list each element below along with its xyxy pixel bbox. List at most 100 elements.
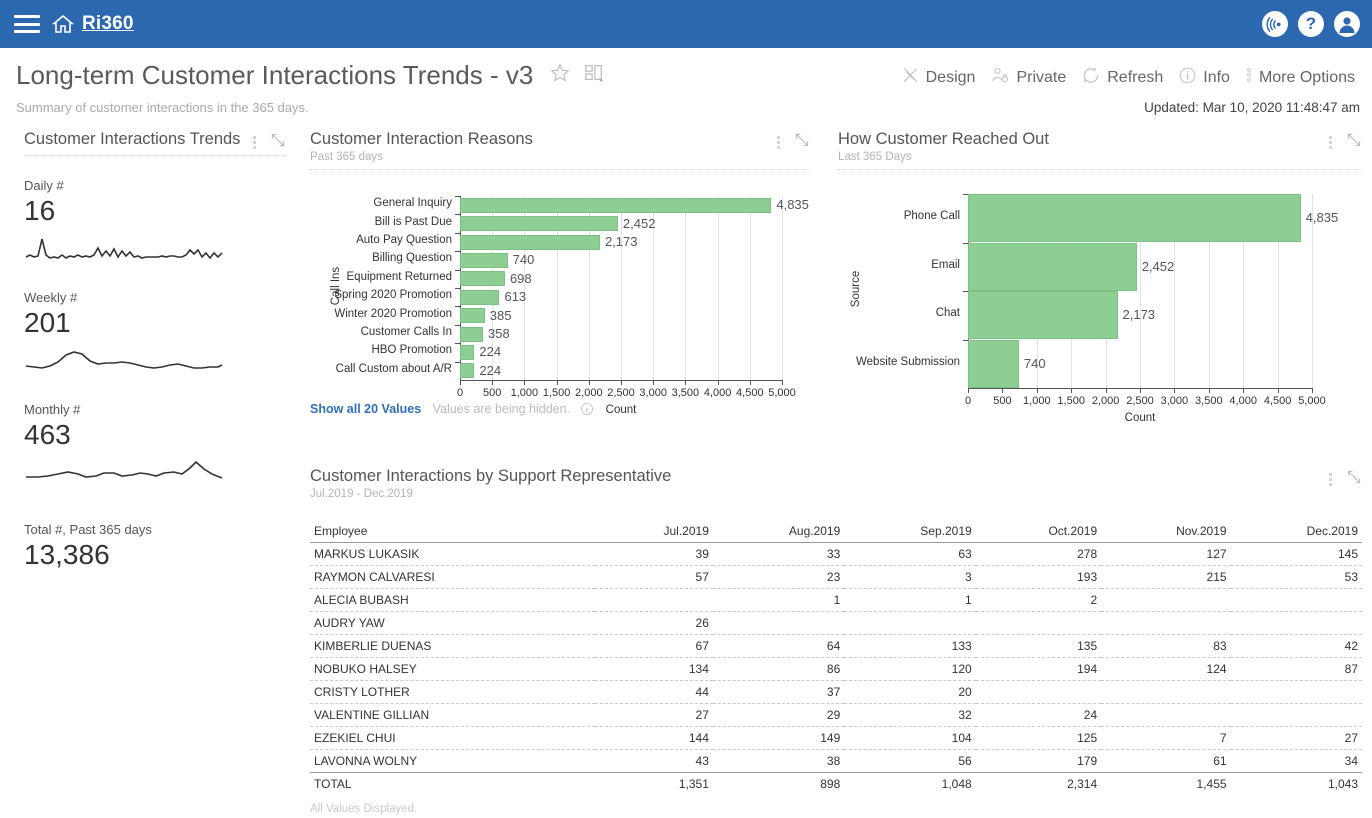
cell-value — [1101, 703, 1231, 727]
bar[interactable] — [460, 252, 508, 268]
column-header-employee[interactable]: Employee — [310, 520, 595, 543]
cell-value: 64 — [712, 634, 845, 658]
bar[interactable] — [968, 194, 1301, 243]
broadcast-icon[interactable] — [1262, 11, 1288, 37]
star-icon[interactable] — [549, 62, 571, 89]
layout-grid-icon[interactable] — [583, 62, 605, 89]
table-row[interactable]: ALECIA BUBASH 1 1 2 — [310, 588, 1362, 612]
panel-expand-icon[interactable] — [1346, 132, 1362, 153]
table-row[interactable]: LAVONNA WOLNY 43 38 56 179 61 34 — [310, 749, 1362, 773]
cell-value: 63 — [844, 542, 976, 566]
table-row-total[interactable]: TOTAL 1,351 898 1,048 2,314 1,455 1,043 — [310, 772, 1362, 795]
cell-value: 57 — [594, 565, 713, 589]
x-axis-title: Count — [1124, 412, 1156, 424]
help-icon[interactable]: ? — [1298, 11, 1324, 37]
y-tick-mark — [455, 251, 460, 253]
home-icon[interactable] — [52, 14, 74, 34]
column-header-month[interactable]: Jul.2019 — [594, 520, 713, 543]
cell-value — [594, 588, 713, 612]
more-options-button[interactable]: More Options — [1240, 62, 1360, 93]
panel-expand-icon[interactable] — [794, 132, 810, 153]
design-button[interactable]: Design — [896, 63, 981, 93]
bar[interactable] — [460, 289, 500, 305]
category-label: Website Submission — [856, 355, 960, 368]
private-button[interactable]: Private — [985, 62, 1071, 93]
cell-value: 37 — [712, 680, 845, 704]
panel-expand-icon[interactable] — [1346, 469, 1362, 490]
y-tick-mark — [455, 324, 460, 326]
kpi-label: Monthly # — [24, 402, 81, 417]
bar[interactable] — [968, 291, 1118, 340]
panel-header: How Customer Reached Out Last 365 Days — [838, 130, 1362, 170]
panel-title: Customer Interactions Trends — [24, 130, 241, 148]
panel-customer-interactions-trends: Customer Interactions Trends Daily # 16 — [24, 130, 286, 571]
cell-value — [712, 611, 845, 635]
bar[interactable] — [460, 326, 484, 342]
panel-title: How Customer Reached Out — [838, 130, 1049, 148]
table-row[interactable]: CRISTY LOTHER 44 37 20 — [310, 680, 1362, 704]
bar-value-label: 224 — [479, 344, 502, 360]
column-header-month[interactable]: Oct.2019 — [975, 520, 1102, 543]
column-header-month[interactable]: Sep.2019 — [844, 520, 976, 543]
chart-how-customer-reached-out: 0 500 1,000 1,500 2,000 2,500 3,000 3,500 4,000 4… — [838, 170, 1362, 440]
bar[interactable] — [460, 308, 485, 324]
bar-value-label: 2,173 — [1122, 307, 1156, 323]
refresh-icon — [1081, 65, 1101, 90]
table-row[interactable]: KIMBERLIE DUENAS 67 64 133 135 83 42 — [310, 634, 1362, 658]
bar-value-label: 4,835 — [776, 197, 809, 213]
cell-value: 39 — [594, 542, 713, 566]
bar[interactable] — [460, 216, 618, 232]
show-all-values-link[interactable]: Show all 20 Values — [310, 402, 421, 416]
info-button[interactable]: Info — [1173, 63, 1235, 93]
bar-value-label: 698 — [509, 270, 532, 286]
panel-expand-icon[interactable] — [270, 132, 286, 153]
cell-value: 1,351 — [594, 772, 713, 795]
column-header-month[interactable]: Nov.2019 — [1101, 520, 1231, 543]
bar[interactable] — [460, 363, 475, 379]
cell-value: 67 — [594, 634, 713, 658]
brand-link[interactable]: Ri360 — [82, 13, 134, 35]
column-header-month[interactable]: Aug.2019 — [712, 520, 845, 543]
grid-line — [749, 196, 751, 380]
cell-value — [1230, 680, 1362, 704]
more-options-label: More Options — [1258, 68, 1355, 86]
bar[interactable] — [460, 271, 505, 287]
cell-value: 1,043 — [1230, 772, 1362, 795]
cell-value: 898 — [712, 772, 845, 795]
panel-menu-icon[interactable] — [1329, 136, 1332, 149]
bar-value-label: 4,835 — [1305, 210, 1339, 226]
category-label: General Inquiry — [373, 197, 452, 210]
panel-tools — [777, 132, 810, 153]
cell-value: 1,455 — [1101, 772, 1231, 795]
bar[interactable] — [460, 234, 600, 250]
cell-value: 127 — [1101, 542, 1231, 566]
table-row[interactable]: AUDRY YAW 26 — [310, 611, 1362, 635]
table-row[interactable]: NOBUKO HALSEY 134 86 120 194 124 87 — [310, 657, 1362, 681]
y-tick-mark — [963, 339, 968, 341]
table-row[interactable]: MARKUS LUKASIK 39 33 63 278 127 145 — [310, 542, 1362, 566]
bar-value-label: 613 — [504, 289, 527, 305]
bar[interactable] — [460, 197, 772, 213]
bar[interactable] — [968, 242, 1137, 291]
panel-menu-icon[interactable] — [777, 136, 780, 149]
panel-menu-icon[interactable] — [253, 136, 256, 149]
table-row[interactable]: RAYMON CALVARESI 57 23 3 193 215 53 — [310, 565, 1362, 589]
cell-value: 7 — [1101, 726, 1231, 750]
hamburger-menu-icon[interactable] — [14, 15, 40, 33]
y-tick-mark — [455, 343, 460, 345]
cell-employee: NOBUKO HALSEY — [310, 657, 595, 681]
bar[interactable] — [968, 339, 1019, 388]
panel-menu-icon[interactable] — [1329, 473, 1332, 486]
user-avatar-icon[interactable] — [1334, 11, 1360, 37]
bar[interactable] — [460, 344, 475, 360]
page-header: Long-term Customer Interactions Trends -… — [0, 48, 1372, 115]
table-row[interactable]: EZEKIEL CHUI 144 149 104 125 7 27 — [310, 726, 1362, 750]
cell-value — [1230, 588, 1362, 612]
cell-value: 53 — [1230, 565, 1362, 589]
design-icon — [901, 66, 920, 90]
column-header-month[interactable]: Dec.2019 — [1230, 520, 1362, 543]
refresh-button[interactable]: Refresh — [1076, 62, 1168, 93]
table-row[interactable]: VALENTINE GILLIAN 27 29 32 24 — [310, 703, 1362, 727]
info-icon[interactable] — [580, 402, 594, 419]
cell-value: 149 — [712, 726, 845, 750]
